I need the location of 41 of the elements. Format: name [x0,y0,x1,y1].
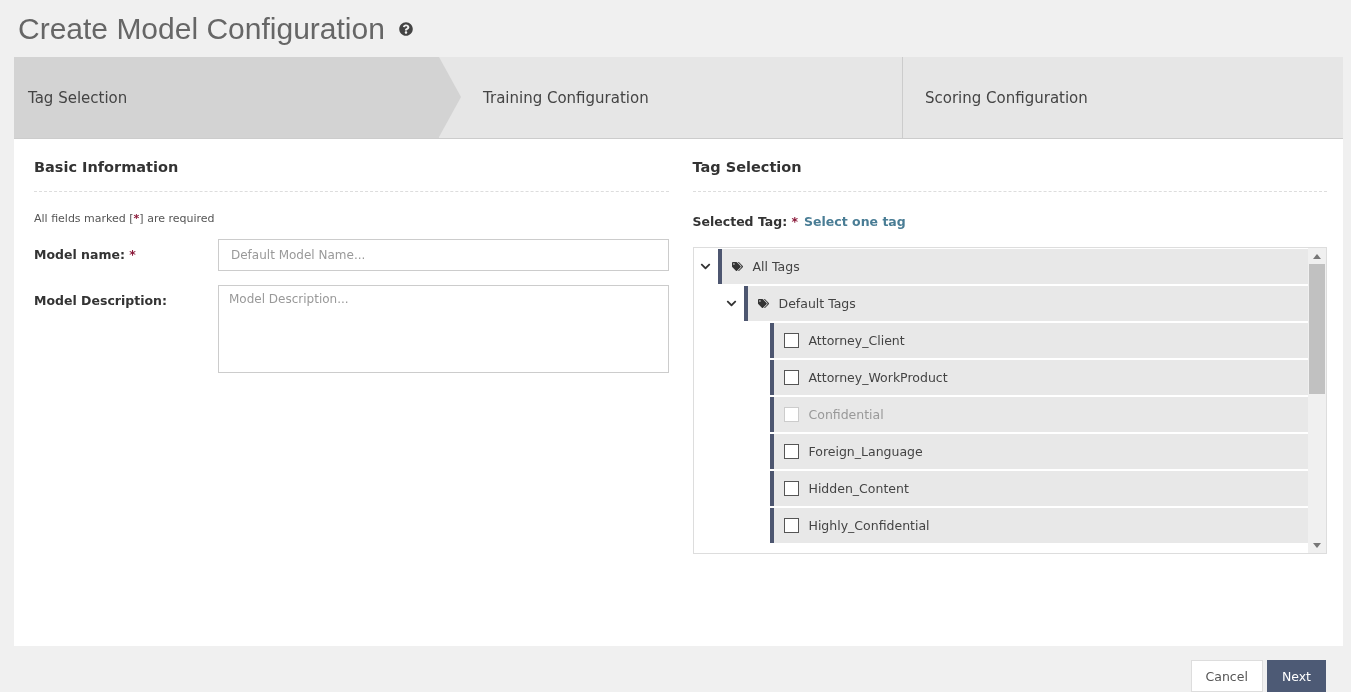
tree-node-label: Hidden_Content [808,481,909,496]
tree-node-label: Default Tags [778,296,856,311]
tags-icon [731,261,743,272]
scroll-up-icon[interactable] [1313,253,1321,259]
tags-icon [757,298,769,309]
tree-node[interactable]: All Tags [717,249,1308,284]
scrollbar[interactable] [1308,248,1326,553]
section-heading: Tag Selection [692,159,1327,192]
section-heading: Basic Information [34,159,669,192]
tree-node-label: Attorney_Client [808,333,905,348]
page-title: Create Model Configuration [18,11,385,46]
tree-node-label: Foreign_Language [808,444,923,459]
tree-node-label: Confidential [808,407,884,422]
input-field[interactable]: Default Model Name... [218,239,669,271]
scroll-down-icon[interactable] [1313,542,1321,548]
wizard-step[interactable]: Training Configuration [461,57,902,138]
checkbox[interactable] [783,481,799,496]
description-field[interactable]: Model Description... [218,285,669,373]
cancel-button[interactable]: Cancel [1190,660,1263,692]
tree-node[interactable]: Hidden_Content [769,471,1308,506]
checkbox[interactable] [783,518,799,533]
tree-node-label: Highly_Confidential [808,518,930,533]
next-button[interactable]: Next [1266,660,1326,692]
tree-node-label: Attorney_WorkProduct [808,370,948,385]
required-note: All fields marked [*] are required [34,212,216,225]
tree-node[interactable]: Attorney_Client [769,323,1308,358]
field-label: Model name: * [34,246,137,264]
tree-node[interactable]: Highly_Confidential [769,508,1308,543]
tree-node[interactable]: Foreign_Language [769,434,1308,469]
select-tag-link[interactable]: Select one tag [804,214,906,229]
tree-node-label: All Tags [752,259,800,274]
checkbox[interactable] [783,333,799,348]
tree-node[interactable]: Default Tags [743,286,1308,321]
help-icon[interactable] [398,21,413,36]
checkbox[interactable] [783,444,799,459]
checkbox[interactable] [783,370,799,385]
wizard-step[interactable]: Scoring Configuration [902,57,1343,138]
tree-node[interactable]: Attorney_WorkProduct [769,360,1308,395]
wizard-step[interactable]: Tag Selection [14,57,439,138]
field-label: Selected Tag: * [692,214,799,229]
field-label: Model Description: [34,292,168,310]
